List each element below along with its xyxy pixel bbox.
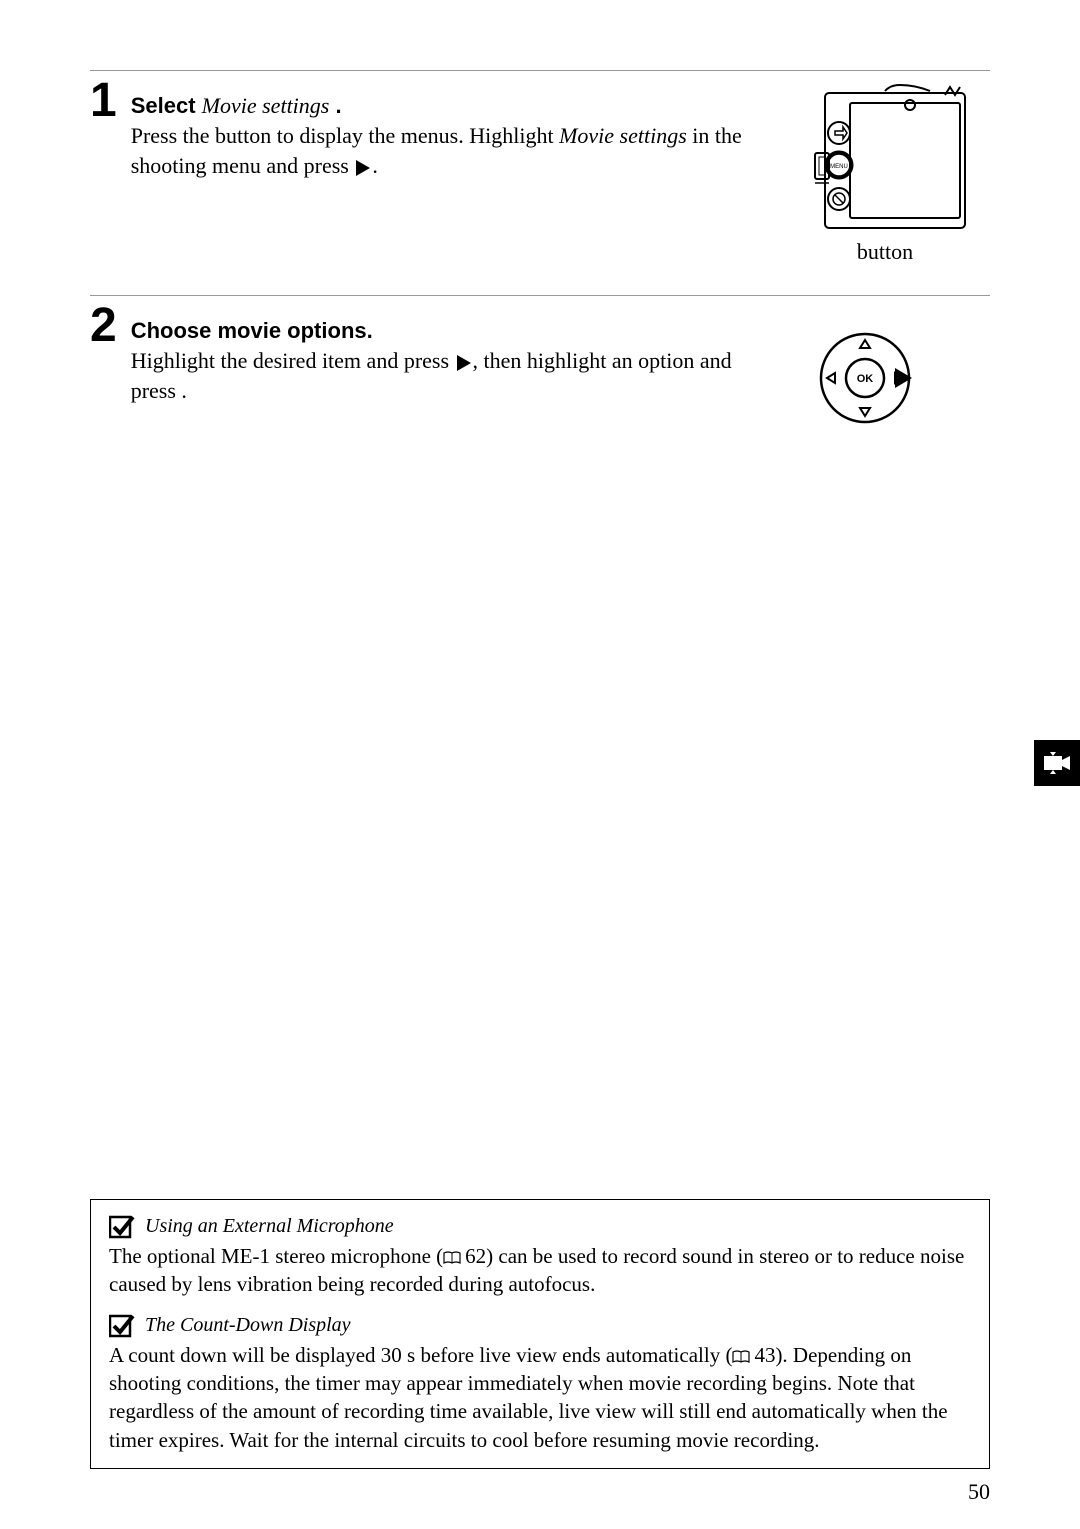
right-arrow-icon: [457, 355, 471, 371]
check-icon: [109, 1313, 135, 1339]
camera-back-icon: MENU: [795, 83, 975, 233]
step-1-title: Select Movie settings .: [131, 93, 760, 119]
divider: [90, 70, 990, 71]
note-2-body-a: A count down will be displayed 30 s befo…: [109, 1343, 732, 1367]
note-2-title: The Count-Down Display: [145, 1314, 351, 1337]
note-2-header: The Count-Down Display: [109, 1313, 971, 1339]
step-1-title-italic: Movie settings: [202, 93, 330, 118]
step-1-body-italic: Movie settings: [559, 123, 687, 148]
step-2-body-3: .: [181, 378, 187, 403]
svg-text:MENU: MENU: [830, 164, 848, 170]
step-2-body-1: Highlight the desired item and press: [131, 348, 455, 373]
note-1-ref: 62: [465, 1244, 486, 1268]
page-ref-icon: [443, 1251, 461, 1265]
step-2: 2 Choose movie options. Highlight the de…: [90, 308, 990, 428]
movie-camera-icon: [1042, 748, 1072, 778]
step-1-body-4: .: [372, 153, 378, 178]
page-ref-icon: [732, 1350, 750, 1364]
step-2-number: 2: [90, 302, 117, 428]
note-1-body-a: The optional ME-1 stereo microphone (: [109, 1244, 443, 1268]
step-1-number: 1: [90, 77, 117, 265]
check-icon: [109, 1214, 135, 1240]
step-1-body-1: Press the: [131, 123, 215, 148]
section-tab: [1034, 740, 1080, 786]
ok-button-label: OK: [857, 373, 874, 385]
step-1-body: Press the button to display the menus. H…: [131, 121, 760, 180]
multi-selector-icon: OK: [815, 328, 915, 428]
note-1-body: The optional ME-1 stereo microphone (62)…: [109, 1242, 971, 1299]
step-1-title-suffix: .: [335, 93, 341, 118]
step-2-title: Choose movie options.: [131, 318, 760, 344]
note-2-body: A count down will be displayed 30 s befo…: [109, 1341, 971, 1454]
camera-illustration: MENU button: [780, 83, 990, 265]
notes-box: Using an External Microphone The optiona…: [90, 1199, 990, 1469]
dpad-illustration: OK: [780, 308, 990, 428]
page-number: 50: [968, 1479, 990, 1505]
step-1-body-2: button to display the menus. Highlight: [215, 123, 559, 148]
step-2-body: Highlight the desired item and press , t…: [131, 346, 760, 405]
divider: [90, 295, 990, 296]
step-1: 1 Select Movie settings . Press the butt…: [90, 83, 990, 265]
right-arrow-icon: [356, 160, 370, 176]
step-1-title-prefix: Select: [131, 93, 196, 118]
note-1-title: Using an External Microphone: [145, 1215, 394, 1238]
note-1-header: Using an External Microphone: [109, 1214, 971, 1240]
note-2-ref: 43: [754, 1343, 775, 1367]
camera-caption: button: [857, 239, 913, 265]
